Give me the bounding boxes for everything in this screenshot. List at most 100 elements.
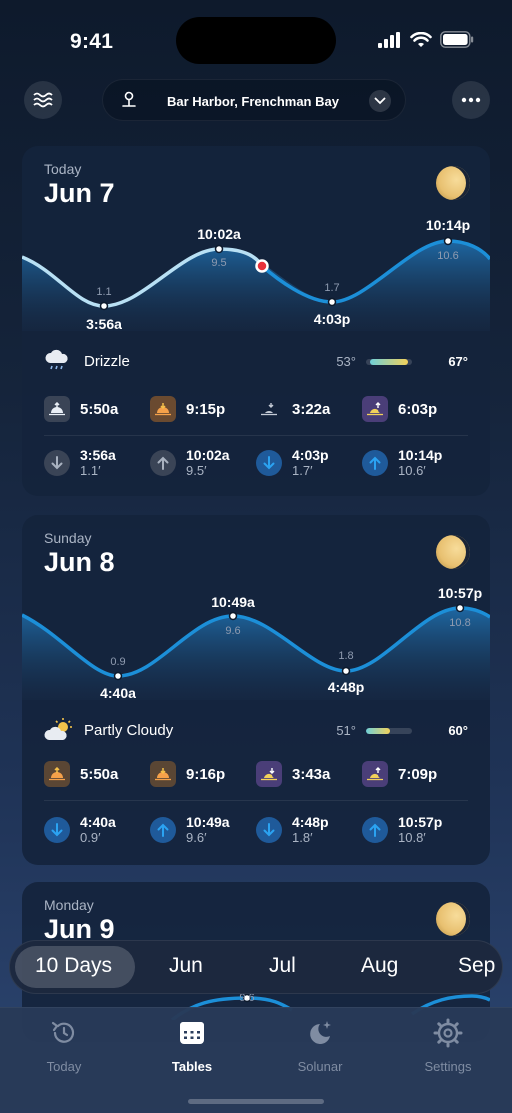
tide-time-label: 4:03p [313,311,351,327]
tab-label: Today [46,1059,82,1074]
range-tab-sep[interactable]: Sep [458,954,495,978]
sun-moon-row: 5:50a 9:15p 3:22a 6:03p [44,394,468,424]
more-button[interactable] [452,81,490,119]
sunrise-icon [44,761,70,787]
tab-tables[interactable]: Tables [142,1018,242,1074]
tide-time-label: 4:48p [327,679,365,695]
weather-row: Drizzle 53° 67° [44,348,468,374]
tab-bar: Today Tables Solunar Settings [0,1007,512,1113]
sunrise-time: 5:50a [80,765,119,783]
location-name: Bar Harbor, Frenchman Bay [167,94,339,109]
arrow-down-icon [44,450,70,476]
day-card-today[interactable]: Today Jun 7 1.1 3:56a 10:02a 9.5 1.7 4:0… [22,146,490,496]
arrow-down-icon [44,817,70,843]
range-tab-aug[interactable]: Aug [361,954,398,978]
moonset-icon [256,761,282,787]
tide-chart [22,236,490,331]
moonrise-icon [362,761,388,787]
tide-height: 9.5′ [186,463,207,478]
location-selector[interactable]: Bar Harbor, Frenchman Bay [102,79,406,121]
tab-settings[interactable]: Settings [398,1018,498,1074]
arrow-down-icon [256,450,282,476]
wifi-icon [410,31,432,47]
tide-height: 1.7′ [292,463,313,478]
tide-time-label: 10:02a [197,226,241,242]
tide-point-low-1 [99,301,109,311]
range-tab-jul[interactable]: Jul [269,954,296,978]
dynamic-island [176,17,336,64]
calendar-refresh-icon [51,1021,75,1043]
moonrise-item: 6:03p [362,394,468,424]
tide-time-label: 4:40a [100,685,136,701]
tide-item-low: 4:48p 1.8′ [256,815,362,845]
range-tab-jun[interactable]: Jun [169,954,203,978]
sunrise-item: 5:50a [44,394,150,424]
sunset-icon [150,761,176,787]
current-time-marker [255,259,269,273]
sunset-time: 9:15p [186,400,226,418]
more-icon [461,97,481,103]
tide-height-label: 10.6 [437,250,459,262]
tide-point-low-1 [113,671,123,681]
tab-label: Solunar [297,1059,343,1074]
gear-icon [433,1018,463,1048]
tide-point-high-1 [214,244,224,254]
tide-time: 4:03p [292,447,329,463]
sunset-icon [150,396,176,422]
sunrise-item: 5:50a [44,759,150,789]
tide-time-label: 10:49a [211,594,255,610]
divider [44,800,468,801]
chevron-down-icon [374,97,386,105]
tide-height-label: 1.7 [324,282,340,294]
tide-item-low: 4:03p 1.7′ [256,448,362,478]
tide-item-high: 10:14p 10.6′ [362,448,468,478]
moon-stars-icon [310,1021,331,1044]
table-icon [180,1022,204,1044]
day-label: Sunday [44,530,92,546]
waves-button[interactable] [24,81,62,119]
tide-height: 0.9′ [80,830,101,845]
temp-range-bar [366,359,412,365]
moon-phase-icon [436,535,470,569]
status-icons [378,31,474,48]
tab-solunar[interactable]: Solunar [270,1018,370,1074]
arrow-up-icon [362,817,388,843]
location-dropdown[interactable] [369,90,391,112]
tide-chart [22,603,490,700]
temp-low: 51° [336,723,356,738]
tide-height-label: 1.1 [96,286,112,298]
day-label: Today [44,161,82,177]
tide-height-label: 9.5 [211,257,227,269]
status-bar: 9:41 [0,0,512,70]
range-tab-10-days[interactable]: 10 Days [35,954,112,978]
tide-time: 10:02a [186,447,230,463]
tide-height-label: 1.8 [338,650,354,662]
tide-item-high: 10:57p 10.8′ [362,815,468,845]
moonset-icon [256,396,282,422]
moonset-time: 3:22a [292,400,331,418]
arrow-down-icon [256,817,282,843]
tide-point-high-1 [228,611,238,621]
tide-item-high: 10:02a 9.5′ [150,448,256,478]
moonset-item: 3:22a [256,394,362,424]
tide-time: 10:14p [398,447,443,463]
weather-condition: Drizzle [84,353,130,370]
sunrise-time: 5:50a [80,400,119,418]
tide-height-label: 9.6 [225,625,241,637]
tide-height-label: 0.9 [110,656,126,668]
sunset-time: 9:16p [186,765,226,783]
waves-icon [33,92,53,108]
tab-today[interactable]: Today [14,1018,114,1074]
divider [44,435,468,436]
home-indicator [188,1099,324,1104]
status-time: 9:41 [70,30,114,53]
day-card-sunday[interactable]: Sunday Jun 8 0.9 4:40a 10:49a 9.6 1.8 4:… [22,515,490,865]
tab-label: Tables [171,1059,213,1074]
tide-height: 10.6′ [398,463,426,478]
tide-height-label: 10.8 [449,617,471,629]
tide-height: 1.8′ [292,830,313,845]
tide-time-label: 3:56a [86,316,122,332]
top-bar: Bar Harbor, Frenchman Bay [0,78,512,122]
moon-phase-icon [436,902,470,936]
sunset-item: 9:15p [150,394,256,424]
